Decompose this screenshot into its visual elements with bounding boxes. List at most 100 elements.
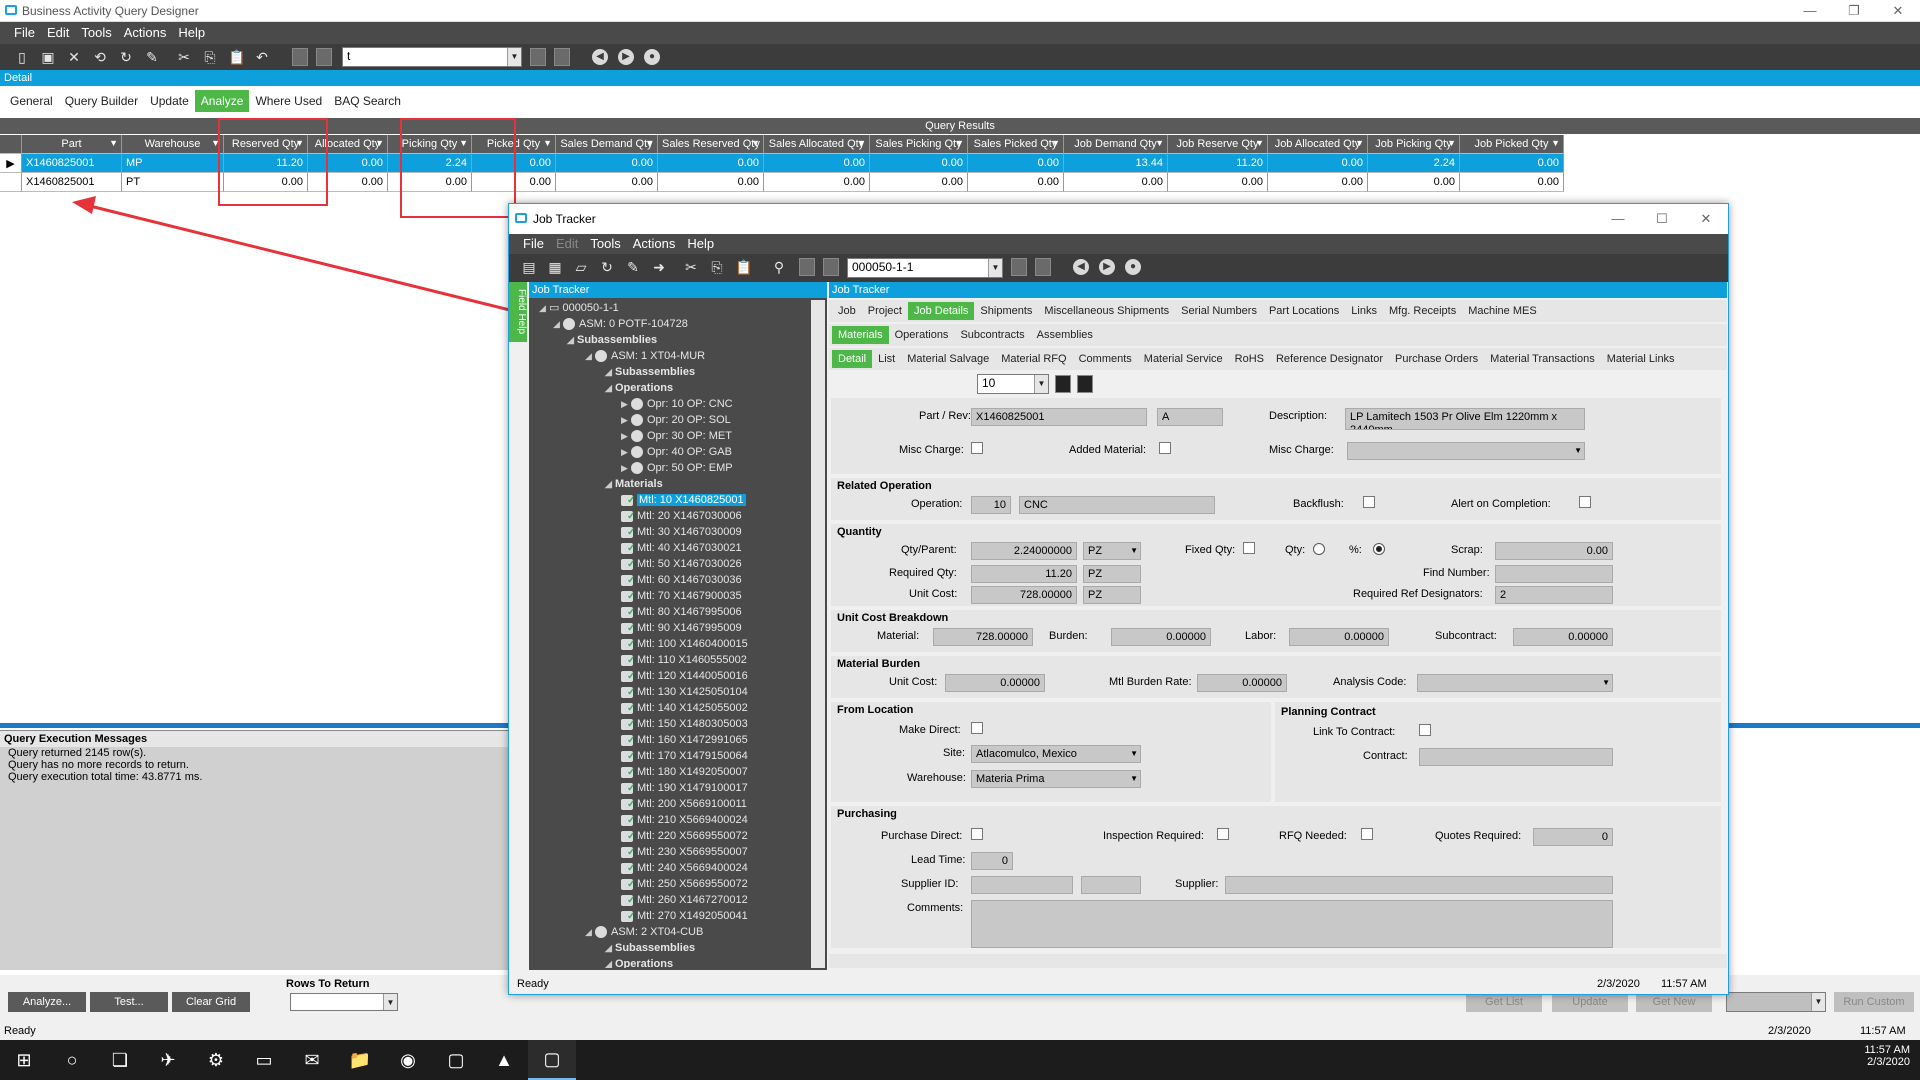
- field-help-tab[interactable]: Field Help: [509, 282, 527, 342]
- tab-operations[interactable]: Operations: [889, 326, 955, 344]
- tab-material-transactions[interactable]: Material Transactions: [1484, 350, 1601, 368]
- column-header[interactable]: Sales Picked Qty ▼: [968, 135, 1064, 154]
- table-cell[interactable]: 0.00: [1460, 173, 1564, 192]
- row-indicator-icon[interactable]: ▶: [0, 154, 22, 173]
- tab-rohs[interactable]: RoHS: [1229, 350, 1270, 368]
- new-icon[interactable]: ▯: [14, 49, 30, 65]
- table-cell[interactable]: 11.20: [1168, 154, 1268, 173]
- tree-node[interactable]: ◢ ASM: 2 XT04-CUB: [585, 924, 703, 940]
- filter-icon[interactable]: ▼: [109, 138, 118, 148]
- tree-node[interactable]: Mtl: 20 X1467030006: [621, 508, 742, 525]
- tab-subcontracts[interactable]: Subcontracts: [954, 326, 1030, 344]
- backflush-checkbox[interactable]: [1363, 496, 1375, 508]
- expand-icon[interactable]: ▶: [621, 460, 631, 476]
- tree-node[interactable]: Mtl: 260 X1467270012: [621, 892, 748, 909]
- table-cell[interactable]: 0.00: [764, 154, 870, 173]
- rev-field[interactable]: A: [1157, 408, 1223, 426]
- filter-icon[interactable]: ▼: [1551, 138, 1560, 148]
- mb-unit-cost-field[interactable]: 0.00000: [945, 674, 1045, 692]
- table-cell[interactable]: 0.00: [968, 154, 1064, 173]
- tab-links[interactable]: Links: [1345, 302, 1383, 320]
- filter-icon[interactable]: ▼: [857, 138, 866, 148]
- tree-node[interactable]: Mtl: 40 X1467030021: [621, 540, 742, 557]
- expand-icon[interactable]: ▶: [621, 444, 631, 460]
- table-cell[interactable]: 0.00: [556, 173, 658, 192]
- clear-grid-button[interactable]: Clear Grid: [172, 992, 250, 1012]
- analyze-button[interactable]: Analyze...: [8, 992, 86, 1012]
- tab-purchase-orders[interactable]: Purchase Orders: [1389, 350, 1484, 368]
- menu-tools[interactable]: Tools: [81, 25, 111, 40]
- supplier-id-field-2[interactable]: [1081, 876, 1141, 894]
- subcontract-field[interactable]: 0.00000: [1513, 628, 1613, 646]
- paste-icon[interactable]: 📋: [735, 259, 752, 275]
- job-combo[interactable]: 000050-1-1 ▼: [847, 258, 1003, 278]
- unit-cost-uom-field[interactable]: PZ: [1083, 586, 1141, 604]
- table-cell[interactable]: 0.00: [1268, 154, 1368, 173]
- tree-node[interactable]: Mtl: 210 X5669400024: [621, 812, 748, 829]
- first-record-icon[interactable]: [292, 48, 308, 66]
- file-explorer-icon[interactable]: 📁: [336, 1040, 384, 1080]
- purchase-direct-checkbox[interactable]: [971, 828, 983, 840]
- column-header[interactable]: Part ▼: [22, 135, 122, 154]
- tab-miscellaneous-shipments[interactable]: Miscellaneous Shipments: [1038, 302, 1175, 320]
- tab-job[interactable]: Job: [832, 302, 862, 320]
- tab-shipments[interactable]: Shipments: [974, 302, 1038, 320]
- expand-icon[interactable]: ▶: [621, 428, 631, 444]
- column-header[interactable]: Warehouse ▼: [122, 135, 224, 154]
- tree-node[interactable]: Mtl: 100 X1460400015: [621, 636, 748, 653]
- tree-node[interactable]: Mtl: 230 X5669550007: [621, 844, 748, 861]
- sequence-combo[interactable]: 10 ▼: [977, 374, 1049, 394]
- clock[interactable]: 11:57 AM 2/3/2020: [1864, 1044, 1910, 1068]
- restore-icon[interactable]: ❐: [1832, 0, 1876, 22]
- alert-checkbox[interactable]: [1579, 496, 1591, 508]
- misc-charge-select[interactable]: ▼: [1347, 442, 1585, 460]
- update-button[interactable]: Update: [1552, 992, 1628, 1012]
- material-field[interactable]: 728.00000: [933, 628, 1033, 646]
- last-record-icon[interactable]: [1035, 258, 1051, 276]
- tree-node[interactable]: Mtl: 110 X1460555002: [621, 652, 747, 669]
- horizontal-scrollbar[interactable]: [829, 954, 1727, 968]
- test-button[interactable]: Test...: [90, 992, 168, 1012]
- warehouse-select[interactable]: Materia Prima ▼: [971, 770, 1141, 788]
- rfq-checkbox[interactable]: [1361, 828, 1373, 840]
- tab-material-rfq[interactable]: Material RFQ: [995, 350, 1072, 368]
- rows-to-return-input[interactable]: ▼: [290, 993, 398, 1011]
- filter-icon[interactable]: ▼: [1355, 138, 1364, 148]
- tab-list[interactable]: List: [872, 350, 901, 368]
- table-cell[interactable]: X1460825001: [22, 173, 122, 192]
- column-header[interactable]: Sales Reserved Qty ▼: [658, 135, 764, 154]
- expand-icon[interactable]: ◢: [585, 924, 595, 940]
- tab-project[interactable]: Project: [862, 302, 908, 320]
- save-icon[interactable]: ▣: [40, 49, 56, 65]
- tab-assemblies[interactable]: Assemblies: [1031, 326, 1099, 344]
- column-header[interactable]: Job Allocated Qty ▼: [1268, 135, 1368, 154]
- expand-icon[interactable]: ◢: [605, 940, 615, 956]
- tree-node[interactable]: Mtl: 70 X1467900035: [621, 588, 742, 605]
- home-icon[interactable]: ●: [1125, 259, 1141, 275]
- qty-parent-uom[interactable]: PZ ▼: [1083, 542, 1141, 560]
- minimize-icon[interactable]: —: [1596, 204, 1640, 234]
- tab-baq-search[interactable]: BAQ Search: [328, 90, 407, 112]
- menu-tools[interactable]: Tools: [590, 236, 620, 251]
- app-pin-icon[interactable]: ⚙: [192, 1040, 240, 1080]
- filter-icon[interactable]: ▼: [375, 138, 384, 148]
- tree-node[interactable]: ▶ Opr: 10 OP: CNC: [621, 396, 733, 412]
- required-qty-field[interactable]: 11.20: [971, 565, 1077, 583]
- outlook-icon[interactable]: ✉: [288, 1040, 336, 1080]
- table-cell[interactable]: 0.00: [968, 173, 1064, 192]
- tree-scrollbar[interactable]: [811, 300, 825, 968]
- menu-edit[interactable]: Edit: [556, 236, 578, 251]
- undo-delete-icon[interactable]: ⟲: [92, 49, 108, 65]
- column-header[interactable]: Sales Allocated Qty ▼: [764, 135, 870, 154]
- next-record-icon[interactable]: [530, 48, 546, 66]
- menu-edit[interactable]: Edit: [47, 25, 69, 40]
- analysis-code-select[interactable]: ▼: [1417, 674, 1613, 692]
- tree-node[interactable]: Mtl: 170 X1479150064: [621, 748, 748, 765]
- chevron-down-icon[interactable]: ▼: [1034, 375, 1048, 393]
- tree-node[interactable]: ◢ Subassemblies: [605, 364, 695, 380]
- table-cell[interactable]: 0.00: [1460, 154, 1564, 173]
- supplier-field[interactable]: [1225, 876, 1613, 894]
- req-ref-field[interactable]: 2: [1495, 586, 1613, 604]
- quotes-field[interactable]: 0: [1533, 828, 1613, 846]
- menu-file[interactable]: File: [14, 25, 35, 40]
